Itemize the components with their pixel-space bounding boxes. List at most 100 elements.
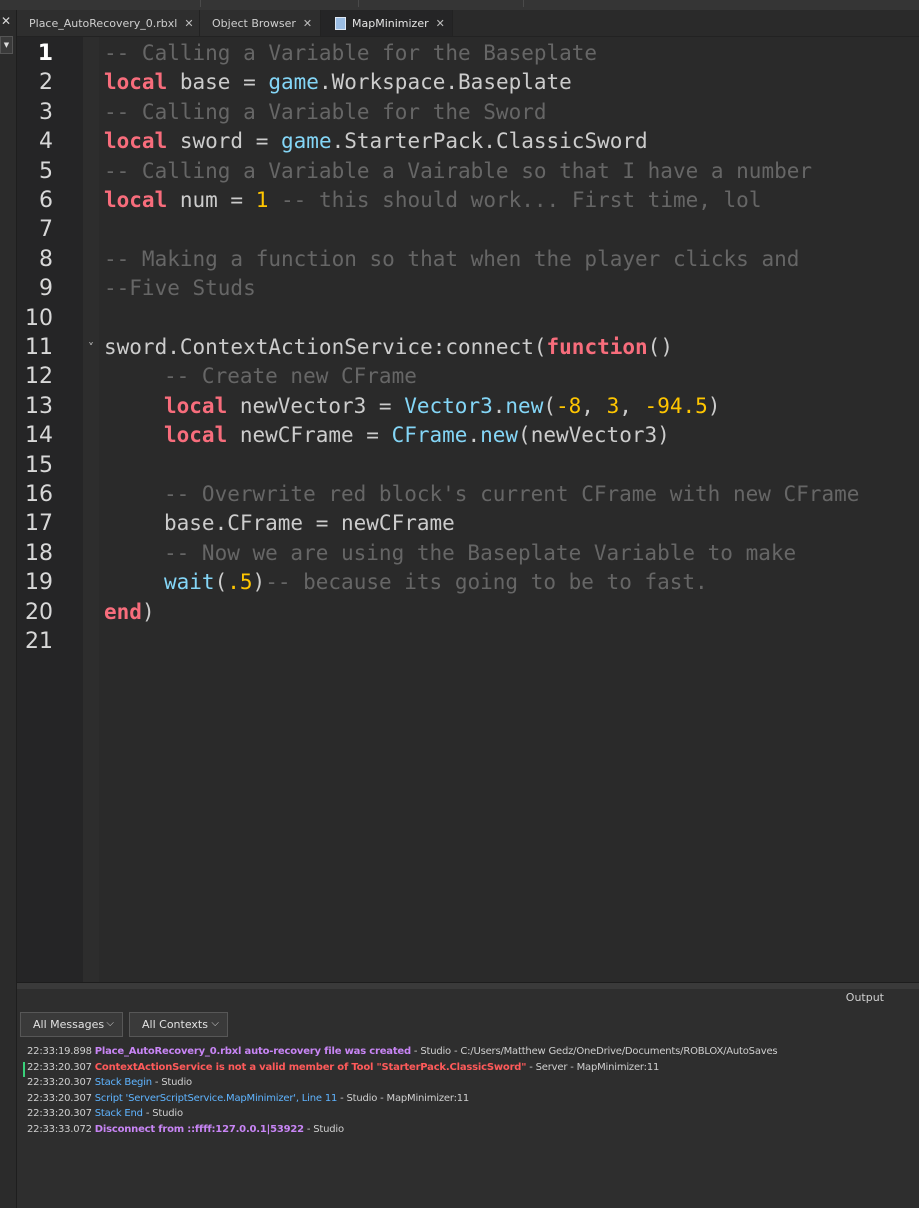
selected-message-marker [23,1062,25,1077]
tab-mapminimizer[interactable]: MapMinimizer ✕ [321,10,453,36]
output-message[interactable]: 22:33:20.307 Script 'ServerScriptService… [27,1091,469,1107]
code-line[interactable]: -- Making a function so that when the pl… [104,245,799,274]
tab-close-icon[interactable]: ✕ [436,17,445,30]
code-line[interactable]: -- Create new CFrame [164,362,417,391]
code-token: newCFrame = [227,423,392,448]
script-editor[interactable]: 1 2 3 4 5 6 7 8 9 10 11 12 13 14 15 16 17 18 19 20 21 ˅ -- C… [17,37,919,982]
code-line[interactable]: base.CFrame = newCFrame [164,509,455,538]
code-token: -- Overwrite red block's current CFrame … [164,482,860,506]
code-token: -- Calling a Variable for the Sword [104,99,547,124]
document-tab-bar: Place_AutoRecovery_0.rbxl ✕ Object Brows… [17,10,919,37]
line-number: 13 [25,393,53,419]
filter-label: All Messages [33,1018,105,1031]
line-number: 14 [25,423,53,449]
output-panel-title: Output [845,991,884,1004]
line-number: 3 [39,99,53,125]
code-token: .5 [227,570,253,595]
line-number: 15 [25,452,53,478]
message-text: Disconnect from ::ffff:127.0.0.1|53922 [94,1123,304,1135]
code-line[interactable]: local sword = game.StarterPack.ClassicSw… [104,127,648,156]
message-source: - Studio [142,1108,183,1119]
line-number: 10 [25,305,53,331]
code-line[interactable]: sword.ContextActionService:connect(funct… [104,333,673,362]
tab-close-icon[interactable]: ✕ [184,17,193,30]
code-line[interactable]: -- Calling a Variable for the Sword [104,98,547,127]
output-message[interactable]: 22:33:20.307 Stack End - Studio [27,1106,183,1122]
line-number: 17 [25,511,53,537]
code-token: --Five Studs [104,276,256,301]
tab-label: MapMinimizer [352,16,429,30]
code-line[interactable]: -- Overwrite red block's current CFrame … [164,480,859,509]
message-timestamp: 22:33:20.307 [27,1077,92,1088]
message-source: - Studio - C:/Users/Matthew Gedz/OneDriv… [410,1046,778,1057]
left-panel-dropdown-icon[interactable]: ▼ [0,36,13,54]
message-source: - Studio [151,1077,192,1088]
code-token: local [164,423,228,448]
code-token: new [480,423,519,448]
top-strip-segment [0,0,201,7]
fold-chevron-icon[interactable]: ˅ [85,342,97,354]
output-panel: Output All Messages ⌵ All Contexts ⌵ 22:… [17,989,919,1208]
code-token: base.CFrame = newCFrame [164,511,455,536]
line-number: 20 [25,599,53,625]
output-message[interactable]: 22:33:19.898 Place_AutoRecovery_0.rbxl a… [27,1044,778,1060]
message-text: Place_AutoRecovery_0.rbxl auto-recovery … [94,1046,411,1057]
code-token: local [104,129,168,154]
code-token: num = [167,188,256,212]
code-token: -- this should work... First time, lol [268,188,762,212]
code-token: . [492,393,506,418]
code-token: local [104,70,168,95]
code-line[interactable]: local num = 1 -- this should work... Fir… [104,186,761,215]
code-token: newVector3 = [227,393,405,418]
code-token: -- because its going to be to fast. [265,570,708,595]
message-source: - Server - MapMinimizer:11 [526,1061,660,1073]
line-number: 11 [25,335,53,360]
code-line[interactable]: --Five Studs [104,274,256,303]
message-timestamp: 22:33:33.072 [27,1123,92,1135]
message-text: ContextActionService is not a valid memb… [94,1061,527,1073]
code-line[interactable]: -- Now we are using the Baseplate Variab… [164,539,796,568]
context-filter-dropdown[interactable]: All Contexts ⌵ [129,1012,228,1037]
code-token: -8 [556,393,582,418]
code-token: new [505,393,544,418]
tab-place-autorecovery[interactable]: Place_AutoRecovery_0.rbxl ✕ [17,10,200,36]
code-line[interactable]: wait(.5)-- because its going to be to fa… [164,568,708,597]
fold-column [83,37,99,982]
tab-close-icon[interactable]: ✕ [303,17,312,30]
message-filter-dropdown[interactable]: All Messages ⌵ [20,1012,123,1037]
code-token: function [546,335,648,359]
line-number: 19 [25,570,53,596]
tab-object-browser[interactable]: Object Browser ✕ [200,10,321,36]
code-line[interactable]: local base = game.Workspace.Baseplate [104,68,572,97]
line-number: 18 [25,540,53,566]
code-token: local [164,393,228,418]
code-token: () [647,335,673,359]
left-side-panel [0,10,17,1208]
output-message[interactable]: 22:33:20.307 Stack Begin - Studio [27,1075,192,1091]
code-line[interactable]: local newVector3 = Vector3.new(-8, 3, -9… [164,392,720,421]
code-token: -- Create new CFrame [164,364,417,389]
code-line[interactable]: -- Calling a Variable for the Baseplate [104,39,597,68]
output-message[interactable]: 22:33:33.072 Disconnect from ::ffff:127.… [27,1122,344,1138]
code-area[interactable]: -- Calling a Variable for the Baseplate l… [99,37,919,982]
message-source: - Studio [303,1123,344,1135]
filter-label: All Contexts [142,1018,208,1031]
code-token: ) [141,599,155,624]
code-token: , [619,393,645,418]
line-number: 2 [39,70,53,96]
message-timestamp: 22:33:20.307 [27,1061,92,1073]
code-line[interactable]: local newCFrame = CFrame.new(newVector3) [164,421,670,450]
output-message[interactable]: 22:33:20.307 ContextActionService is not… [27,1060,659,1076]
code-line[interactable]: -- Calling a Variable a Vairable so that… [104,157,812,186]
code-token: end [104,599,142,624]
line-number: 8 [39,246,53,272]
line-number-gutter: 1 2 3 4 5 6 7 8 9 10 11 12 13 14 15 16 17 18 19 20 21 [17,37,83,982]
code-token: 1 [255,188,269,212]
left-panel-close-icon[interactable]: ✕ [0,10,12,32]
top-window-strip [0,0,919,10]
code-token: 3 [606,393,620,418]
code-line[interactable]: end) [104,598,155,627]
line-number: 16 [25,482,53,507]
code-token: sword.ContextActionService:connect( [104,335,547,359]
message-text: Stack End [94,1108,143,1119]
